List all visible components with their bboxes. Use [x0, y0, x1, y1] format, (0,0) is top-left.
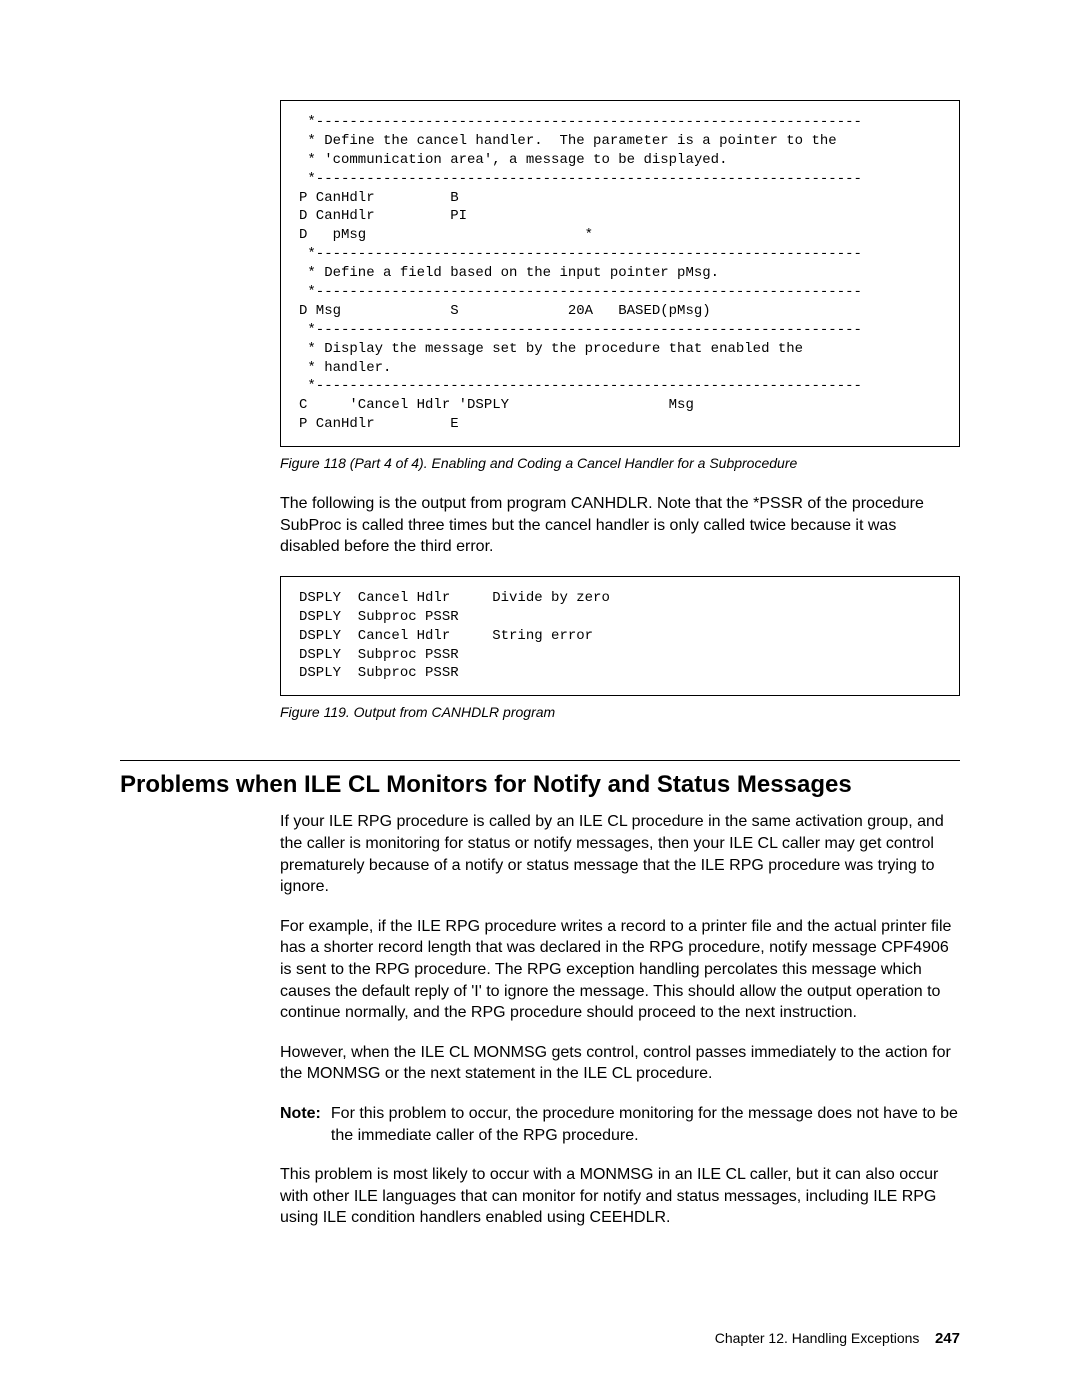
section-body: If your ILE RPG procedure is called by a… — [280, 811, 960, 1229]
note-text: For this problem to occur, the procedure… — [331, 1103, 960, 1146]
page: *---------------------------------------… — [0, 0, 1080, 1287]
note-block: Note: For this problem to occur, the pro… — [280, 1103, 960, 1146]
paragraph-ile-cl-intro: If your ILE RPG procedure is called by a… — [280, 811, 960, 897]
footer-chapter-text: Chapter 12. Handling Exceptions — [715, 1330, 920, 1346]
figure-caption-119: Figure 119. Output from CANHDLR program — [280, 704, 960, 720]
paragraph-monmsg: However, when the ILE CL MONMSG gets con… — [280, 1042, 960, 1085]
footer-page-number: 247 — [935, 1330, 960, 1347]
section-heading: Problems when ILE CL Monitors for Notify… — [120, 771, 960, 799]
page-footer: Chapter 12. Handling Exceptions 247 — [715, 1330, 960, 1347]
section-divider — [120, 760, 960, 761]
code-listing-118: *---------------------------------------… — [280, 100, 960, 447]
figure-caption-118: Figure 118 (Part 4 of 4). Enabling and C… — [280, 455, 960, 471]
paragraph-problem-languages: This problem is most likely to occur wit… — [280, 1164, 960, 1229]
content-column: *---------------------------------------… — [280, 100, 960, 720]
paragraph-example: For example, if the ILE RPG procedure wr… — [280, 916, 960, 1024]
note-label: Note: — [280, 1103, 321, 1146]
paragraph-intro-output: The following is the output from program… — [280, 493, 960, 558]
code-listing-119: DSPLY Cancel Hdlr Divide by zero DSPLY S… — [280, 576, 960, 696]
